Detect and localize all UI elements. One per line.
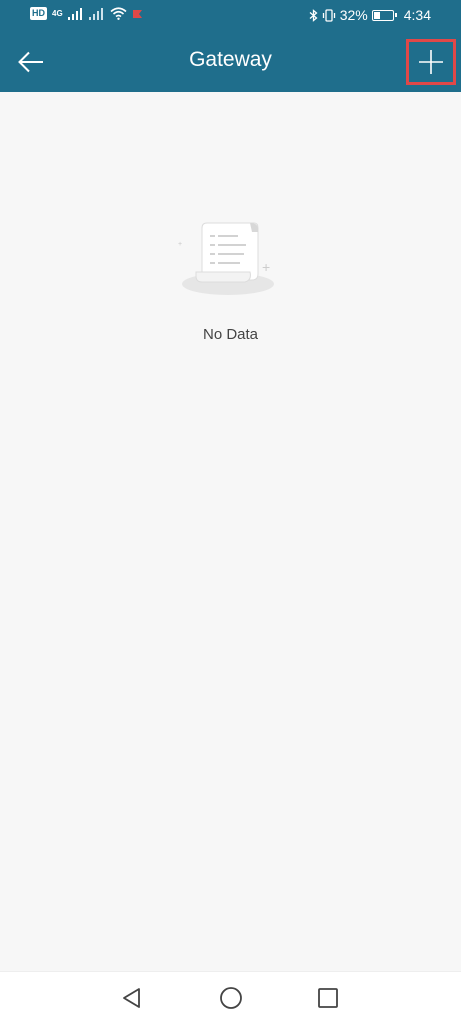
nav-home-button[interactable] (217, 984, 245, 1012)
nav-recents-button[interactable] (314, 984, 342, 1012)
back-button[interactable] (10, 40, 52, 84)
system-nav-bar (0, 971, 461, 1024)
status-time: 4:34 (403, 7, 431, 23)
svg-text:+: + (262, 259, 270, 275)
empty-message: No Data (202, 326, 259, 343)
status-left: HD 4G (30, 7, 144, 20)
arrow-left-icon (18, 51, 43, 73)
bluetooth-icon (309, 8, 318, 22)
plus-icon (419, 50, 443, 74)
document-scroll-icon: + + (178, 222, 274, 295)
nav-back-button[interactable] (118, 984, 146, 1012)
header-row: Gateway (0, 32, 461, 92)
battery-percent: 32% (339, 7, 368, 23)
home-circle-icon (220, 987, 242, 1009)
svg-text:+: + (178, 241, 182, 248)
network-type-label: 4G (52, 9, 63, 18)
empty-state: + + No Data (0, 220, 461, 343)
status-bar: HD 4G 32% 4:34 (0, 0, 461, 32)
notification-icon (132, 9, 142, 18)
hd-icon: HD (30, 7, 47, 20)
page-title: Gateway (189, 48, 272, 71)
vibrate-icon (322, 8, 335, 22)
app-header: HD 4G 32% 4:34 Gateway (0, 0, 461, 92)
wifi-icon (110, 7, 127, 20)
back-triangle-icon (123, 988, 140, 1008)
recents-square-icon (318, 988, 338, 1008)
signal-icon (67, 7, 82, 20)
status-right: 32% 4:34 (309, 7, 431, 23)
add-gateway-button[interactable] (406, 39, 456, 85)
battery-icon (371, 9, 397, 21)
signal-2-icon (88, 7, 103, 20)
